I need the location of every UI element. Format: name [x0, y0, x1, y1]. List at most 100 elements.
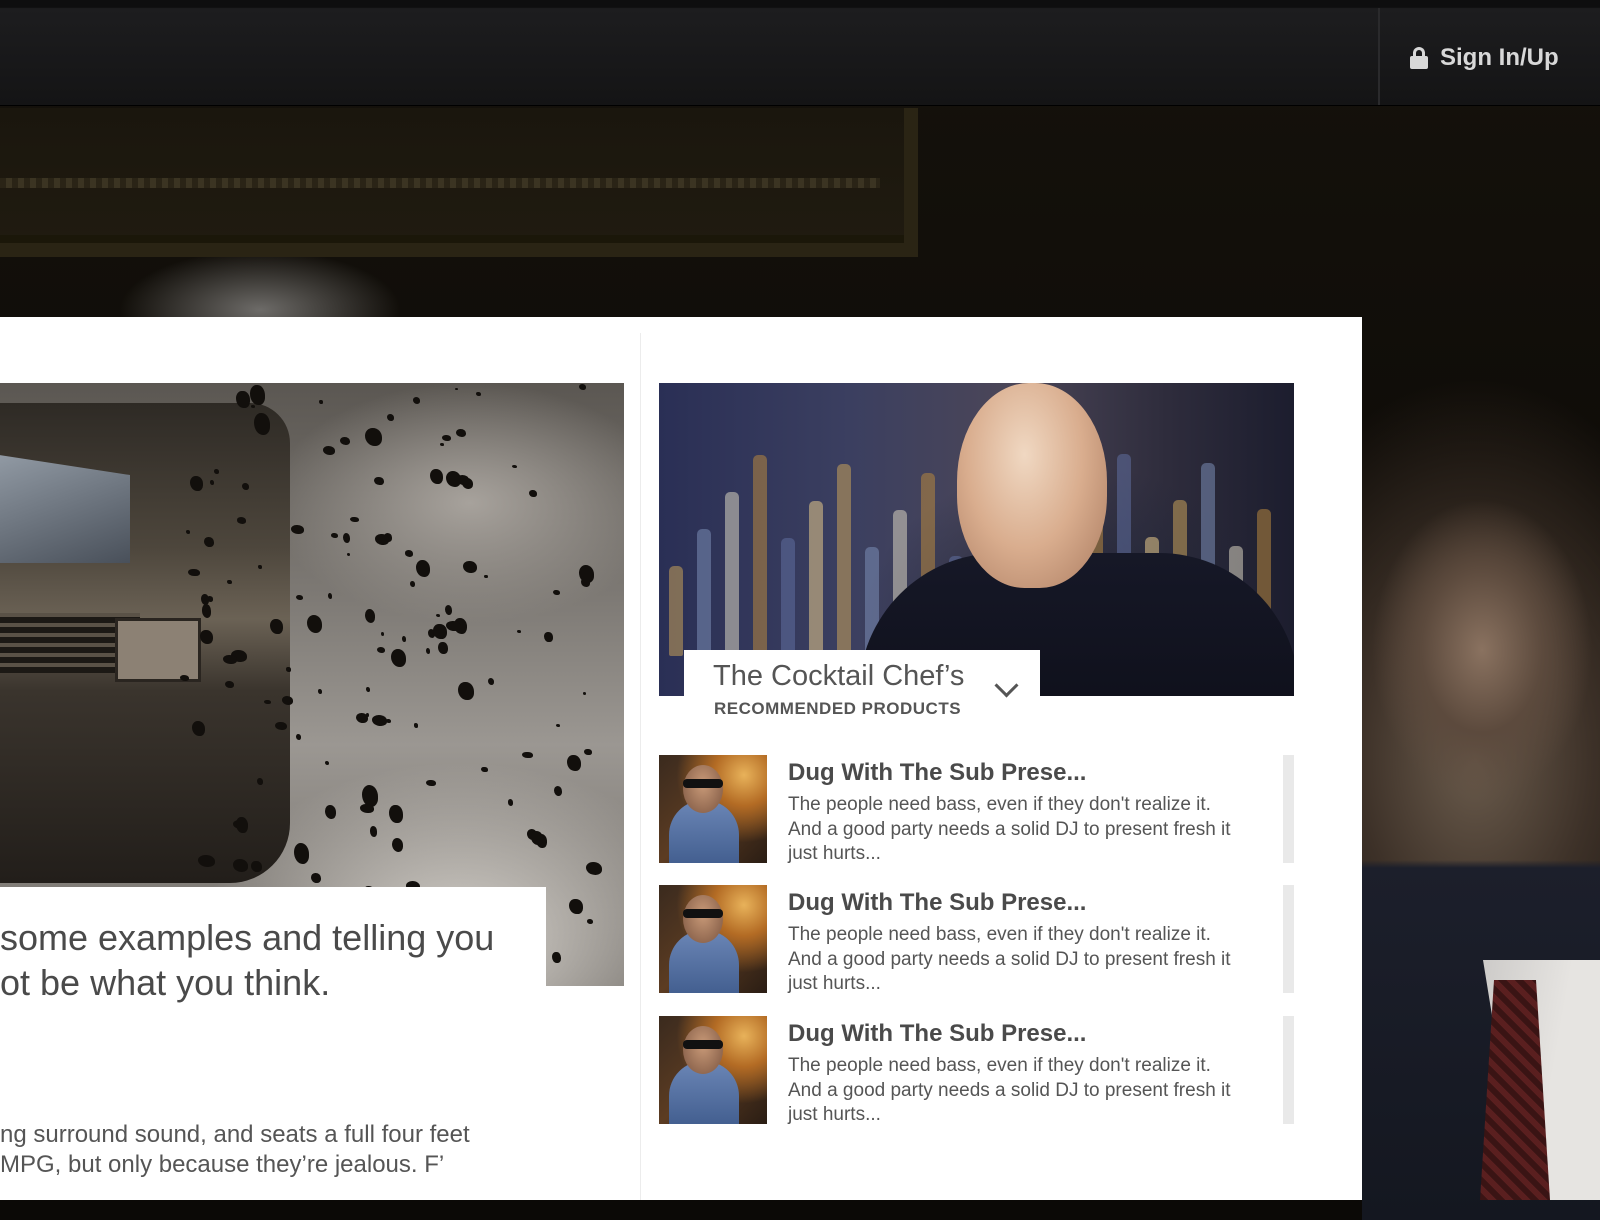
mud-speck: [412, 397, 421, 405]
sign-in-button[interactable]: Sign In/Up: [1410, 40, 1559, 76]
mud-speck: [343, 532, 351, 543]
mud-speck: [456, 428, 467, 437]
mud-speck: [270, 619, 283, 635]
product-item[interactable]: Dug With The Sub Prese... The people nee…: [659, 755, 1294, 864]
frame-molding: [0, 178, 880, 188]
mud-speck: [200, 630, 213, 645]
article-body-text: ng surround sound, and seats a full four…: [0, 1121, 470, 1178]
mud-speck: [438, 641, 448, 655]
product-title[interactable]: Dug With The Sub Prese...: [788, 889, 1086, 917]
mud-speck: [286, 667, 291, 672]
mud-speck: [360, 803, 374, 813]
mud-speck: [232, 858, 249, 872]
mud-speck: [413, 723, 419, 728]
mud-speck: [481, 766, 488, 773]
mud-speck: [401, 635, 407, 643]
mud-speck: [475, 391, 481, 396]
mud-speck: [369, 826, 378, 837]
mud-speck: [446, 620, 461, 631]
product-title[interactable]: Dug With The Sub Prese...: [788, 759, 1086, 787]
mud-speck: [522, 751, 533, 759]
mud-speck: [203, 537, 214, 548]
product-description: The people need bass, even if they don't…: [788, 794, 1231, 864]
mud-speck: [440, 442, 445, 447]
product-scrollbar[interactable]: [1283, 1016, 1294, 1124]
mud-speck: [554, 786, 563, 796]
mud-speck: [583, 748, 592, 756]
mud-speck: [389, 804, 404, 824]
mud-speck: [463, 560, 478, 573]
mud-speck: [201, 604, 212, 618]
mud-speck: [387, 414, 395, 422]
bottle: [697, 529, 711, 656]
product-thumbnail[interactable]: [659, 885, 767, 993]
mud-speck: [366, 712, 370, 717]
mud-speck: [180, 675, 190, 681]
mud-speck: [214, 469, 220, 474]
mud-speck: [415, 560, 431, 578]
mud-speck: [331, 533, 338, 539]
mud-speck: [237, 517, 247, 524]
mud-speck: [426, 779, 437, 787]
mud-speck: [528, 490, 537, 498]
product-scrollbar[interactable]: [1283, 885, 1294, 993]
bottle: [781, 538, 795, 656]
mud-speck: [322, 445, 336, 456]
product-item[interactable]: Dug With The Sub Prese... The people nee…: [659, 1016, 1294, 1125]
mud-speck: [224, 680, 234, 688]
mud-speck: [578, 565, 595, 583]
mud-speck: [227, 579, 232, 584]
mud-speck: [201, 594, 210, 605]
mud-speck: [375, 533, 390, 545]
mud-speck: [223, 655, 237, 664]
mud-speck: [484, 574, 488, 579]
muddy-truck: [0, 403, 290, 883]
mud-speck: [190, 475, 204, 491]
mud-speck: [392, 838, 404, 852]
mud-speck: [569, 899, 583, 915]
product-scrollbar[interactable]: [1283, 755, 1294, 863]
mud-speck: [311, 873, 321, 883]
sign-in-label: Sign In/Up: [1440, 44, 1559, 71]
mud-speck: [250, 405, 255, 408]
article-headline: some examples and telling you ot be what…: [0, 917, 495, 1003]
product-title[interactable]: Dug With The Sub Prese...: [788, 1020, 1086, 1048]
mud-speck: [553, 589, 560, 595]
mud-speck: [390, 649, 407, 668]
mud-speck: [290, 525, 305, 535]
mud-speck: [433, 624, 447, 640]
mud-speck: [445, 470, 462, 487]
mud-speck: [512, 464, 518, 469]
mud-speck: [430, 469, 443, 484]
mud-speck: [530, 831, 544, 845]
mud-speck: [264, 699, 272, 705]
product-item[interactable]: Dug With The Sub Prese... The people nee…: [659, 885, 1294, 994]
mud-speck: [254, 413, 271, 436]
product-description: The people need bass, even if they don't…: [788, 924, 1231, 994]
product-description: The people need bass, even if they don't…: [788, 1055, 1231, 1125]
mud-speck: [586, 919, 593, 924]
mud-speck: [346, 553, 350, 557]
product-thumbnail[interactable]: [659, 1016, 767, 1124]
mud-speck: [295, 594, 304, 601]
mud-speck: [350, 516, 359, 523]
top-navigation-bar: Sign In/Up: [0, 0, 1600, 106]
mud-speck: [324, 761, 330, 766]
mud-speck: [250, 384, 265, 406]
mud-speck: [251, 860, 263, 873]
mud-speck: [236, 390, 250, 409]
product-thumbnail[interactable]: [659, 755, 767, 863]
mud-speck: [188, 568, 200, 577]
bottle: [725, 492, 739, 656]
mud-speck: [318, 399, 323, 405]
mud-speck: [364, 428, 382, 446]
chef-title: The Cocktail Chef’s: [713, 660, 965, 692]
mud-speck: [442, 434, 451, 441]
mud-speck: [405, 550, 414, 557]
mud-speck: [409, 581, 415, 588]
mud-speck: [566, 754, 581, 771]
topbar-divider: [1378, 8, 1380, 105]
bottle: [669, 566, 683, 656]
mud-speck: [236, 817, 248, 833]
mud-speck: [582, 691, 587, 695]
